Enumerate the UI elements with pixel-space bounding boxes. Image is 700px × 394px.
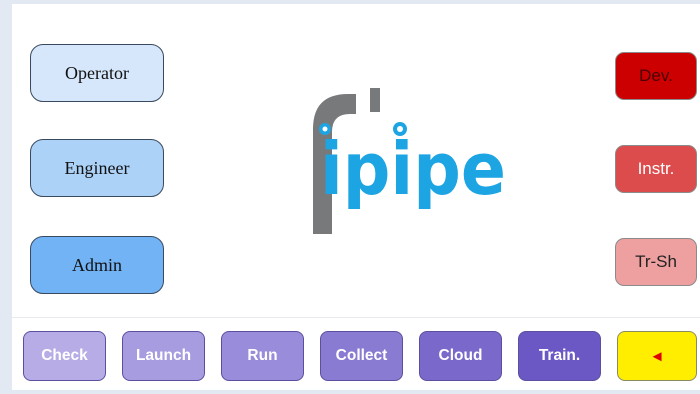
launch-button[interactable]: Launch xyxy=(122,331,205,381)
collect-button[interactable]: Collect xyxy=(320,331,403,381)
dev-button[interactable]: Dev. xyxy=(615,52,697,100)
train-button[interactable]: Train. xyxy=(518,331,601,381)
check-button[interactable]: Check xyxy=(23,331,106,381)
run-button[interactable]: Run xyxy=(221,331,304,381)
admin-button[interactable]: Admin xyxy=(30,236,164,294)
bottom-bar-divider xyxy=(12,317,700,318)
instr-button[interactable]: Instr. xyxy=(615,145,697,193)
back-arrow-icon: ◄ xyxy=(649,347,665,365)
cloud-button[interactable]: Cloud xyxy=(419,331,502,381)
ipipe-logo: ipipe xyxy=(313,88,506,234)
logo-text: ipipe xyxy=(320,127,506,211)
operator-button[interactable]: Operator xyxy=(30,44,164,102)
engineer-button[interactable]: Engineer xyxy=(30,139,164,197)
trsh-button[interactable]: Tr-Sh xyxy=(615,238,697,286)
back-button[interactable]: ◄ xyxy=(617,331,697,381)
